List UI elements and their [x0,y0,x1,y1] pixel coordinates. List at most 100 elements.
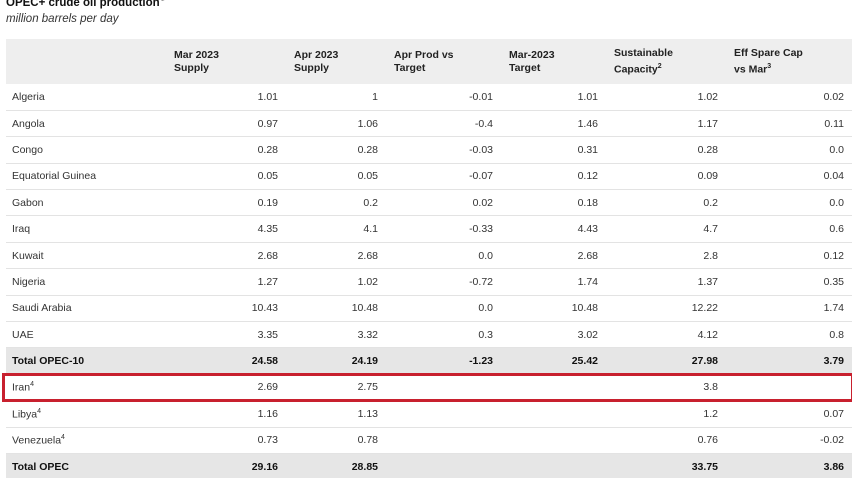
table-row: Gabon 0.19 0.2 0.02 0.18 0.2 0.0 [6,190,852,216]
table-subtitle: million barrels per day [6,13,119,25]
table-cell: 0.76 [697,434,718,447]
column-header-6: Eff Spare Cap vs Mar3 [726,39,852,84]
row-label-text: UAE [12,328,34,341]
table-cell: 10.43 [251,302,278,315]
table-title: OPEC+ crude oil production1 [6,0,165,9]
table-cell: 0.05 [257,170,278,183]
table-cell: 1 [372,90,378,103]
table-cell [386,401,501,427]
column-header-line1: Apr 2023 [294,48,339,61]
table-cell: 1.02 [697,90,718,103]
production-table: Mar 2023 Supply Apr 2023 Supply Apr Prod vs T… [6,39,852,478]
total-row: Total OPEC 29.16 28.85 33.75 3.86 [6,453,852,478]
table-cell: 2.68 [357,249,378,262]
row-label-text: Saudi Arabia [12,302,72,315]
column-header-line2: Capacity [614,63,658,76]
table-cell: 1.01 [257,90,278,103]
table-cell: -0.33 [469,223,493,236]
row-label: Total OPEC [6,453,166,478]
column-header-line1: Apr Prod vs [394,48,454,61]
table-cell [726,374,852,400]
table-cell: 0.02 [472,196,493,209]
row-label-text: Total OPEC-10 [12,355,85,368]
row-label: Angola [6,110,166,136]
table-cell: 0.04 [823,170,844,183]
row-label-text: Equatorial Guinea [12,170,97,183]
table-cell: 33.75 [691,460,718,473]
row-label-text: Nigeria [12,275,46,288]
row-label: Total OPEC-10 [6,348,166,374]
table-row: Angola 0.97 1.06 -0.4 1.46 1.17 0.11 [6,110,852,137]
table-cell: 0.2 [363,196,378,209]
row-label: Kuwait [6,242,166,268]
table-cell: 27.98 [691,355,718,368]
row-label: Venezuela4 [6,427,166,453]
table-cell [386,374,501,400]
table-cell [386,453,501,478]
table-cell: 0.12 [823,249,844,262]
table-row: Algeria 1.01 1 -0.01 1.01 1.02 0.02 [6,84,852,111]
table-cell: -0.07 [469,170,493,183]
row-label-text: Iraq [12,223,31,236]
table-row: Saudi Arabia 10.43 10.48 0.0 10.48 12.22 1.74 [6,295,852,322]
table-title-text: OPEC+ crude oil production [6,0,160,9]
table-cell: 2.68 [257,249,278,262]
table-cell: 0.2 [703,196,718,209]
table-row: Iraq 4.35 4.1 -0.33 4.43 4.7 0.6 [6,216,852,243]
table-cell: 1.74 [577,275,598,288]
column-header-line2: Supply [174,61,210,74]
row-label: Gabon [6,190,166,216]
column-header-4: Mar-2023 Target [501,39,606,84]
table-cell: 0.02 [823,90,844,103]
column-header-1: Mar 2023 Supply [166,39,286,84]
table-cell: 3.86 [823,460,844,473]
table-cell: 10.48 [571,302,598,315]
table-cell: 3.35 [257,328,278,341]
table-cell: 2.69 [257,381,278,394]
row-label: Iraq [6,216,166,242]
table-cell: 0.19 [257,196,278,209]
row-label: Algeria [6,84,166,110]
table-cell: 0.73 [257,434,278,447]
column-header-line2: Target [394,61,426,74]
table-row: Iran4 2.69 2.75 3.8 [6,374,852,401]
table-cell: 0.31 [577,143,598,156]
row-label-text: Total OPEC [12,460,69,473]
table-cell: 28.85 [351,460,378,473]
table-cell: 0.28 [357,143,378,156]
column-header-line2: Target [509,61,541,74]
table-cell: 0.0 [829,143,844,156]
table-row: Libya4 1.16 1.13 1.2 0.07 [6,401,852,428]
table-cell: 0.05 [357,170,378,183]
total-row: Total OPEC-10 24.58 24.19 -1.23 25.42 27.98 3.… [6,347,852,375]
table-cell: 1.37 [697,275,718,288]
table-cell: 0.3 [478,328,493,341]
column-header-footnote: 3 [767,62,772,70]
table-cell: 12.22 [691,302,718,315]
column-header-5: Sustainable Capacity2 [606,39,726,84]
row-label-text: Congo [12,143,43,156]
table-cell: -0.72 [469,275,493,288]
table-cell: -0.03 [469,143,493,156]
column-header-2: Apr 2023 Supply [286,39,386,84]
column-header-line1: Sustainable [614,46,673,59]
row-label: Saudi Arabia [6,295,166,321]
table-header: Mar 2023 Supply Apr 2023 Supply Apr Prod vs T… [6,39,852,84]
row-label: Iran4 [6,374,166,400]
table-row: Nigeria 1.27 1.02 -0.72 1.74 1.37 0.35 [6,269,852,296]
table-cell [501,453,606,478]
table-row: Kuwait 2.68 2.68 0.0 2.68 2.8 0.12 [6,242,852,269]
table-cell: 29.16 [251,460,278,473]
table-row: Venezuela4 0.73 0.78 0.76 -0.02 [6,427,852,454]
table-cell: 4.7 [703,223,718,236]
table-cell: 0.97 [257,117,278,130]
table-cell [501,401,606,427]
table-cell: 3.8 [703,381,718,394]
table-cell: 25.42 [571,355,598,368]
page: OPEC+ crude oil production1 million barr… [0,0,852,478]
row-footnote-marker: 4 [37,407,42,415]
table-cell: -0.02 [820,434,844,447]
table-cell: 4.35 [257,223,278,236]
table-cell: 2.75 [357,381,378,394]
table-cell: 3.02 [577,328,598,341]
